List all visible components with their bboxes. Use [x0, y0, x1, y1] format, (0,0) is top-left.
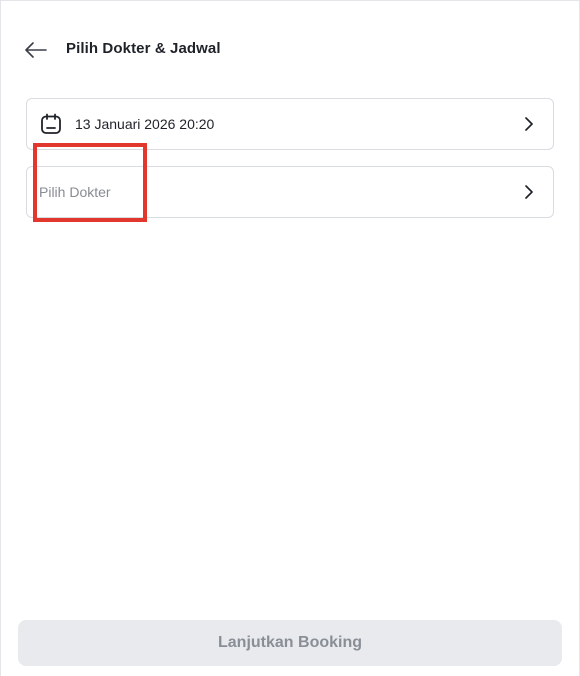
page-header: Pilih Dokter & Jadwal: [1, 25, 579, 73]
app-frame: Pilih Dokter & Jadwal 13 Januari 2026 20…: [0, 0, 580, 676]
doctor-placeholder: Pilih Dokter: [39, 184, 111, 200]
calendar-icon: [41, 113, 61, 134]
back-button[interactable]: [23, 37, 49, 63]
chevron-right-icon: [525, 117, 533, 131]
schedule-value: 13 Januari 2026 20:20: [75, 116, 215, 132]
continue-booking-button[interactable]: Lanjutkan Booking: [18, 620, 562, 666]
schedule-field[interactable]: 13 Januari 2026 20:20: [26, 98, 554, 150]
arrow-left-icon: [25, 42, 47, 58]
chevron-right-icon: [525, 185, 533, 199]
doctor-select-field[interactable]: Pilih Dokter: [26, 166, 554, 218]
page-title: Pilih Dokter & Jadwal: [66, 40, 221, 57]
